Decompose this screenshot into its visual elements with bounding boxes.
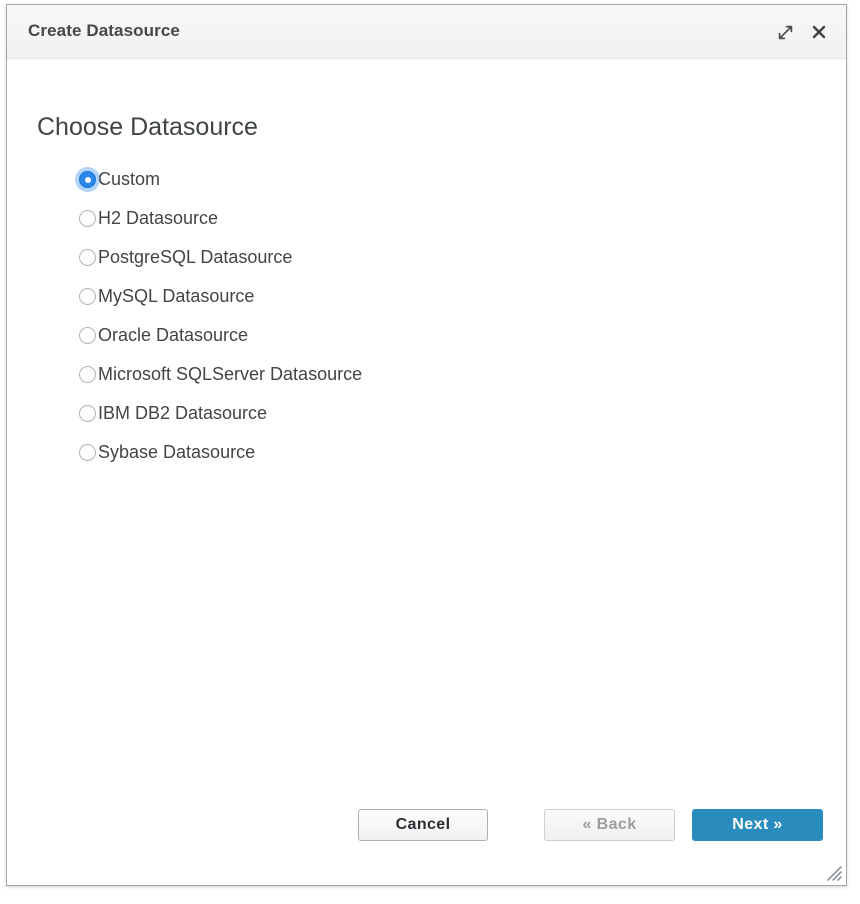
expand-arrows-icon[interactable]	[772, 19, 798, 45]
radio-indicator[interactable]	[79, 210, 96, 227]
radio-indicator[interactable]	[79, 444, 96, 461]
radio-indicator[interactable]	[79, 405, 96, 422]
dialog-title: Create Datasource	[28, 21, 180, 40]
radio-option-h2[interactable]: H2 Datasource	[79, 199, 679, 238]
radio-option-postgresql[interactable]: PostgreSQL Datasource	[79, 238, 679, 277]
datasource-radio-group: Custom H2 Datasource PostgreSQL Datasour…	[79, 160, 679, 472]
radio-option-label: H2 Datasource	[98, 208, 219, 228]
dialog-body: Choose Datasource Custom H2 Datasource P…	[7, 59, 846, 885]
radio-indicator[interactable]	[79, 366, 96, 383]
radio-indicator[interactable]	[79, 171, 96, 188]
radio-option-label: IBM DB2 Datasource	[98, 403, 268, 423]
radio-indicator[interactable]	[79, 327, 96, 344]
radio-option-mysql[interactable]: MySQL Datasource	[79, 277, 679, 316]
radio-option-sqlserver[interactable]: Microsoft SQLServer Datasource	[79, 355, 679, 394]
radio-option-label: Custom	[98, 169, 161, 189]
dialog-footer: Cancel « Back Next »	[7, 809, 846, 885]
cancel-button[interactable]: Cancel	[358, 809, 488, 841]
radio-option-label: PostgreSQL Datasource	[98, 247, 293, 267]
dialog-titlebar: Create Datasource	[7, 5, 846, 59]
radio-option-sybase[interactable]: Sybase Datasource	[79, 433, 679, 472]
radio-indicator[interactable]	[79, 249, 96, 266]
radio-option-custom[interactable]: Custom	[79, 160, 679, 199]
back-button[interactable]: « Back	[544, 809, 675, 841]
radio-option-db2[interactable]: IBM DB2 Datasource	[79, 394, 679, 433]
radio-option-label: Microsoft SQLServer Datasource	[98, 364, 363, 384]
radio-option-oracle[interactable]: Oracle Datasource	[79, 316, 679, 355]
page-title: Choose Datasource	[37, 113, 258, 141]
radio-option-label: Sybase Datasource	[98, 442, 256, 462]
radio-option-label: MySQL Datasource	[98, 286, 255, 306]
close-icon[interactable]	[806, 19, 832, 45]
radio-option-label: Oracle Datasource	[98, 325, 249, 345]
next-button[interactable]: Next »	[692, 809, 823, 841]
resize-grip-icon[interactable]	[824, 863, 844, 883]
radio-indicator[interactable]	[79, 288, 96, 305]
create-datasource-dialog: Create Datasource Choose Datasource Cust…	[6, 4, 847, 886]
